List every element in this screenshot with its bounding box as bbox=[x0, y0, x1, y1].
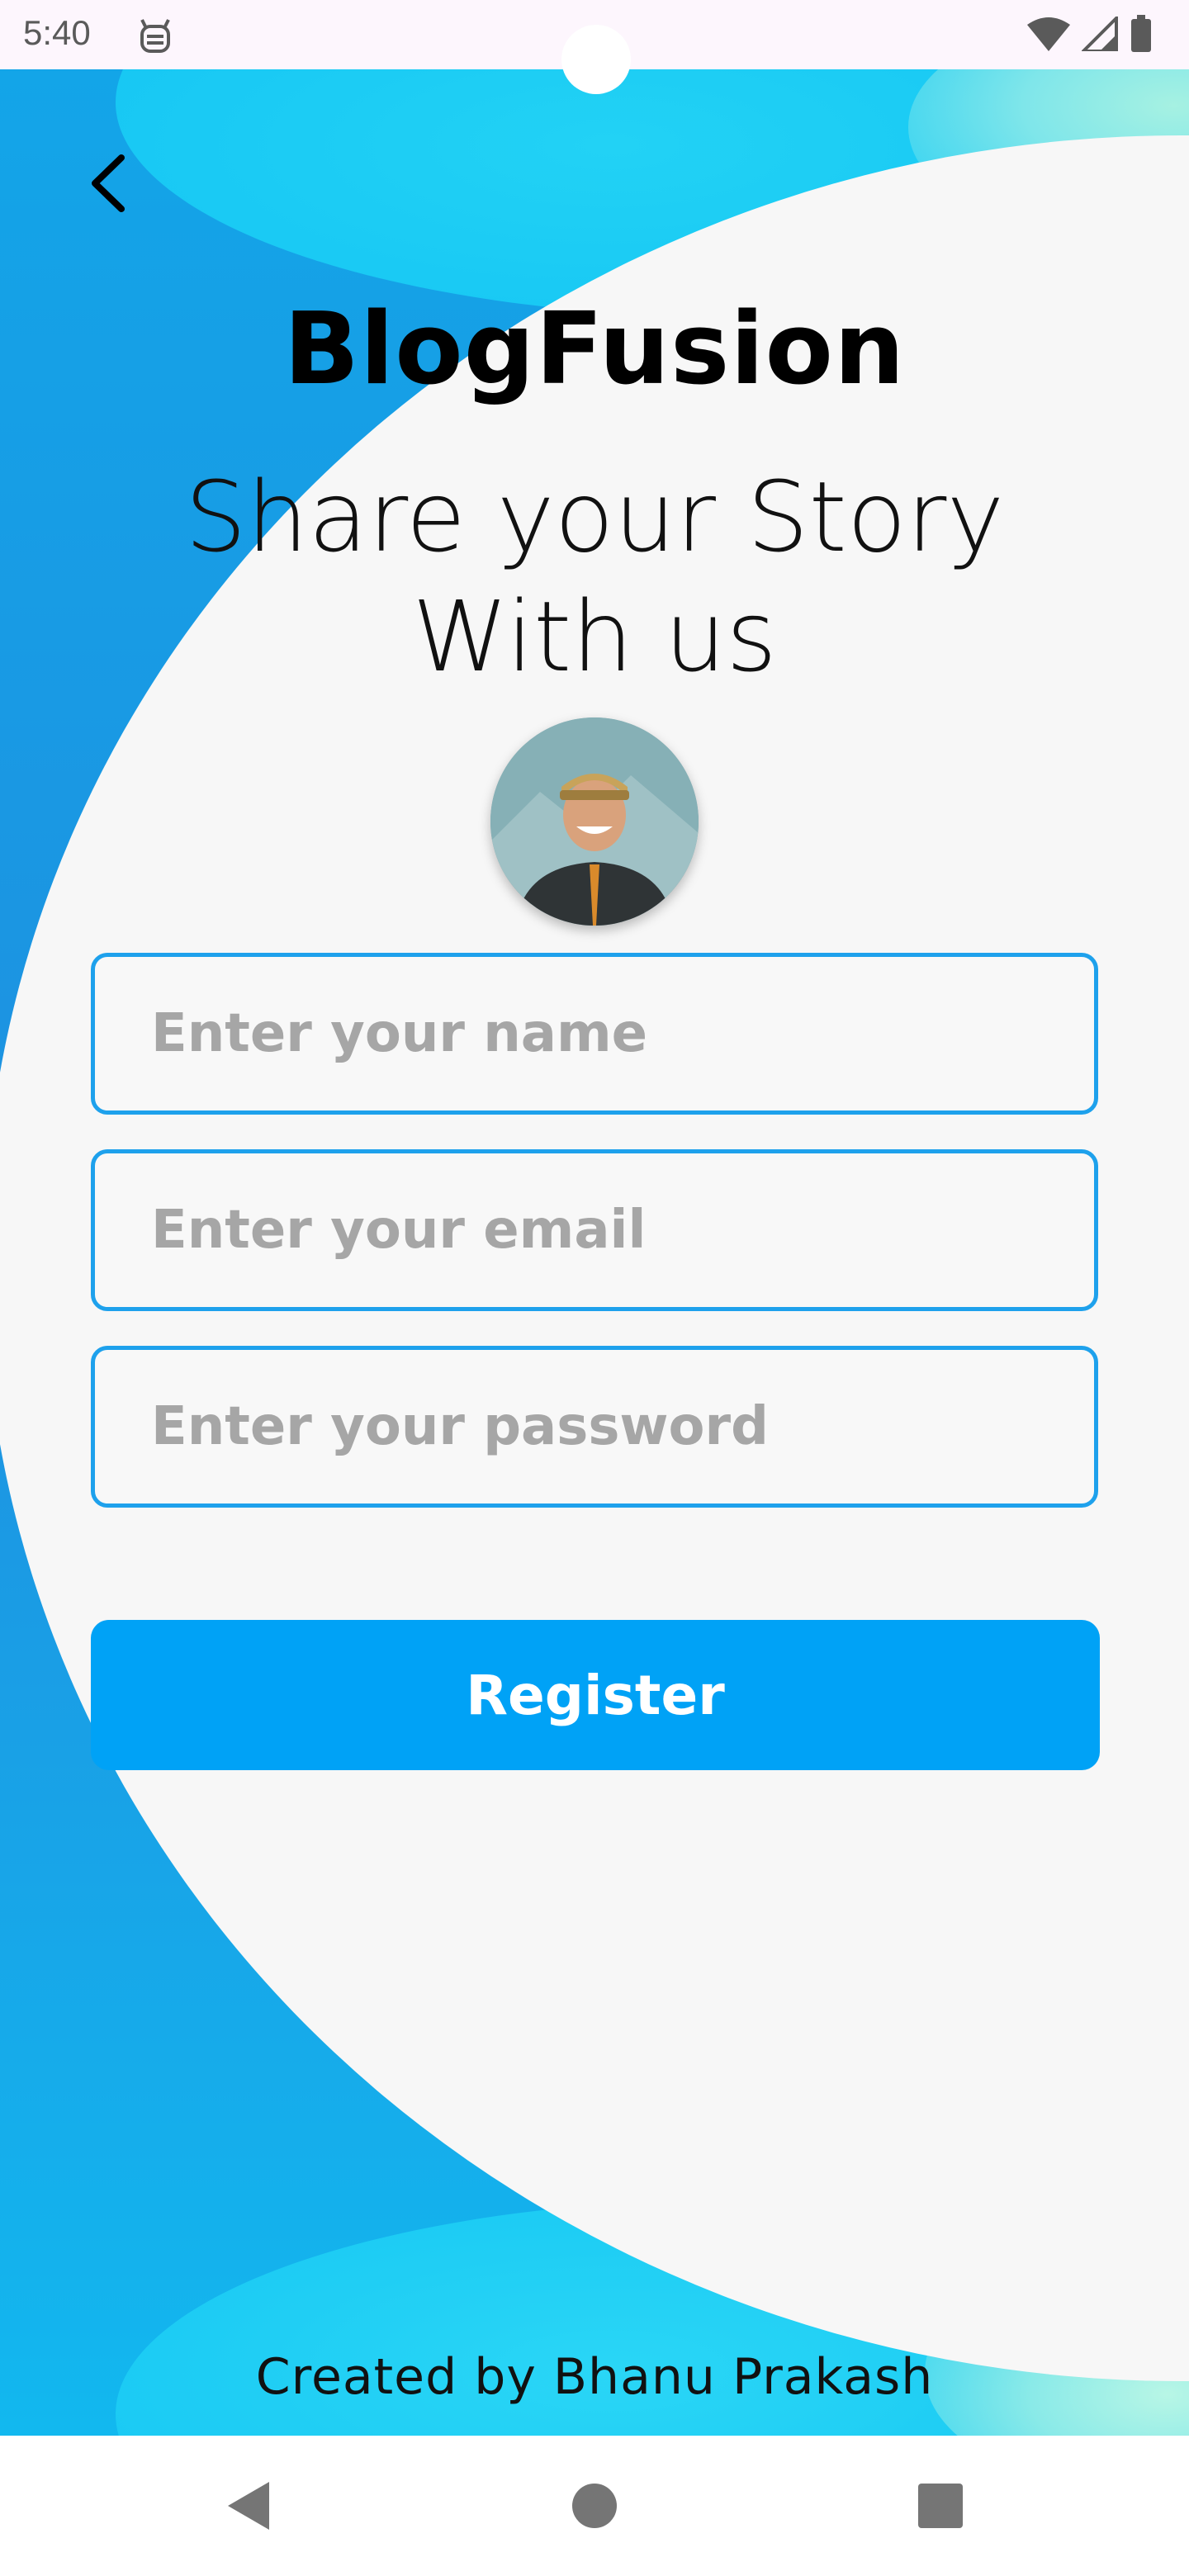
back-button[interactable] bbox=[74, 152, 140, 218]
system-nav-bar bbox=[0, 2436, 1189, 2576]
email-input[interactable] bbox=[149, 1199, 1094, 1262]
tagline-line-1: Share your Story bbox=[184, 460, 1005, 574]
back-triangle-icon[interactable] bbox=[221, 2477, 279, 2535]
password-input[interactable] bbox=[149, 1395, 1094, 1458]
register-screen: BlogFusion Share your Story With us Regi… bbox=[0, 69, 1189, 2436]
chevron-left-icon bbox=[87, 153, 128, 217]
email-field[interactable] bbox=[91, 1149, 1098, 1311]
profile-photo bbox=[490, 717, 699, 926]
password-field[interactable] bbox=[91, 1346, 1098, 1508]
battery-icon bbox=[1130, 15, 1153, 56]
footer-credit: Created by Bhanu Prakash bbox=[255, 2348, 934, 2406]
tagline-line-2: With us bbox=[412, 580, 777, 694]
app-title: BlogFusion bbox=[283, 292, 906, 407]
avatar[interactable] bbox=[490, 717, 699, 926]
wifi-icon bbox=[1027, 17, 1070, 54]
tagline: Share your Story With us bbox=[0, 457, 1189, 697]
home-circle-icon[interactable] bbox=[566, 2477, 623, 2535]
status-indicators bbox=[1027, 14, 1153, 56]
name-field[interactable] bbox=[91, 953, 1098, 1115]
register-button[interactable]: Register bbox=[91, 1620, 1100, 1770]
android-face-icon bbox=[137, 15, 173, 54]
recents-square-icon[interactable] bbox=[912, 2477, 969, 2535]
camera-cutout bbox=[561, 25, 631, 94]
name-input[interactable] bbox=[149, 1002, 1094, 1065]
signal-icon bbox=[1079, 14, 1118, 54]
status-time: 5:40 bbox=[23, 13, 91, 52]
